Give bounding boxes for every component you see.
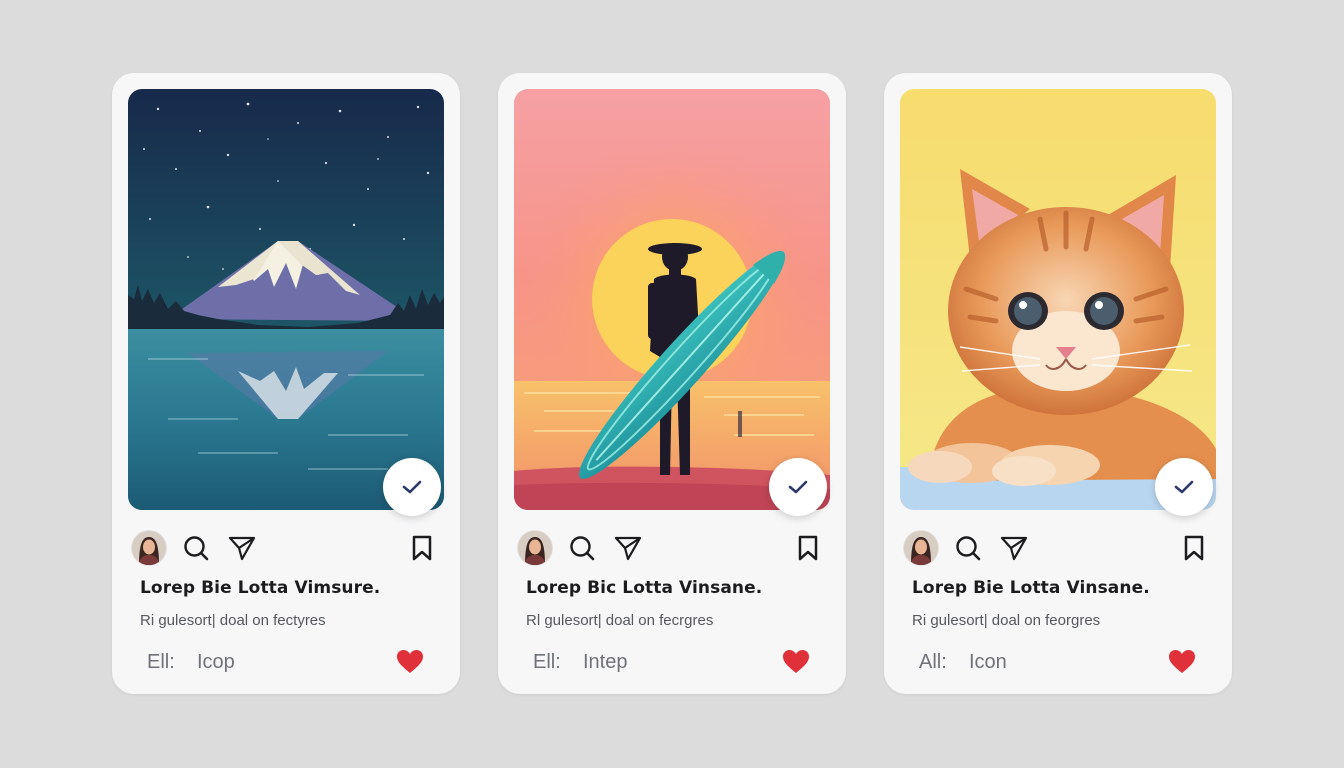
post-card: Lorep Bic Lotta Vinsane. Rl gulesort| do… xyxy=(498,73,846,694)
check-button[interactable] xyxy=(769,458,827,516)
post-actions xyxy=(904,530,1212,566)
bookmark-icon[interactable] xyxy=(794,534,822,562)
check-button[interactable] xyxy=(383,458,441,516)
check-icon xyxy=(788,480,808,494)
post-image-surfer-sunset[interactable] xyxy=(514,89,830,510)
post-title: Lorep Bic Lotta Vinsane. xyxy=(526,578,763,598)
bookmark-icon[interactable] xyxy=(1180,534,1208,562)
post-image-mountain-lake[interactable] xyxy=(128,89,444,510)
post-title: Lorep Bie Lotta Vimsure. xyxy=(140,578,381,598)
check-icon xyxy=(402,480,422,494)
check-button[interactable] xyxy=(1155,458,1213,516)
footer-value: Icop xyxy=(197,651,235,673)
surfer-sunset-illustration xyxy=(514,89,830,510)
avatar[interactable] xyxy=(518,531,552,565)
post-image-kitten[interactable] xyxy=(900,89,1216,510)
heart-icon[interactable] xyxy=(1168,649,1196,675)
kitten-illustration xyxy=(900,89,1216,510)
heart-icon[interactable] xyxy=(782,649,810,675)
check-icon xyxy=(1174,480,1194,494)
post-card: Lorep Bie Lotta Vinsane. Ri gulesort| do… xyxy=(884,73,1232,694)
post-actions xyxy=(518,530,826,566)
bookmark-icon[interactable] xyxy=(408,534,436,562)
avatar[interactable] xyxy=(132,531,166,565)
send-icon[interactable] xyxy=(1000,534,1028,562)
post-actions xyxy=(132,530,440,566)
send-icon[interactable] xyxy=(614,534,642,562)
send-icon[interactable] xyxy=(228,534,256,562)
search-icon[interactable] xyxy=(182,534,210,562)
post-subtitle: Ri gulesort| doal on fectyres xyxy=(140,612,326,629)
footer-label: Ell: xyxy=(147,651,175,673)
post-card: Lorep Bie Lotta Vimsure. Ri gulesort| do… xyxy=(112,73,460,694)
post-title: Lorep Bie Lotta Vinsane. xyxy=(912,578,1150,598)
post-subtitle: Rl gulesort| doal on fecrgres xyxy=(526,612,714,629)
search-icon[interactable] xyxy=(954,534,982,562)
mountain-lake-illustration xyxy=(128,89,444,510)
heart-icon[interactable] xyxy=(396,649,424,675)
footer-value: Intep xyxy=(583,651,628,673)
post-subtitle: Ri gulesort| doal on feorgres xyxy=(912,612,1101,629)
search-icon[interactable] xyxy=(568,534,596,562)
avatar[interactable] xyxy=(904,531,938,565)
footer-label: All: xyxy=(919,651,947,673)
footer-label: Ell: xyxy=(533,651,561,673)
footer-value: Icon xyxy=(969,651,1007,673)
